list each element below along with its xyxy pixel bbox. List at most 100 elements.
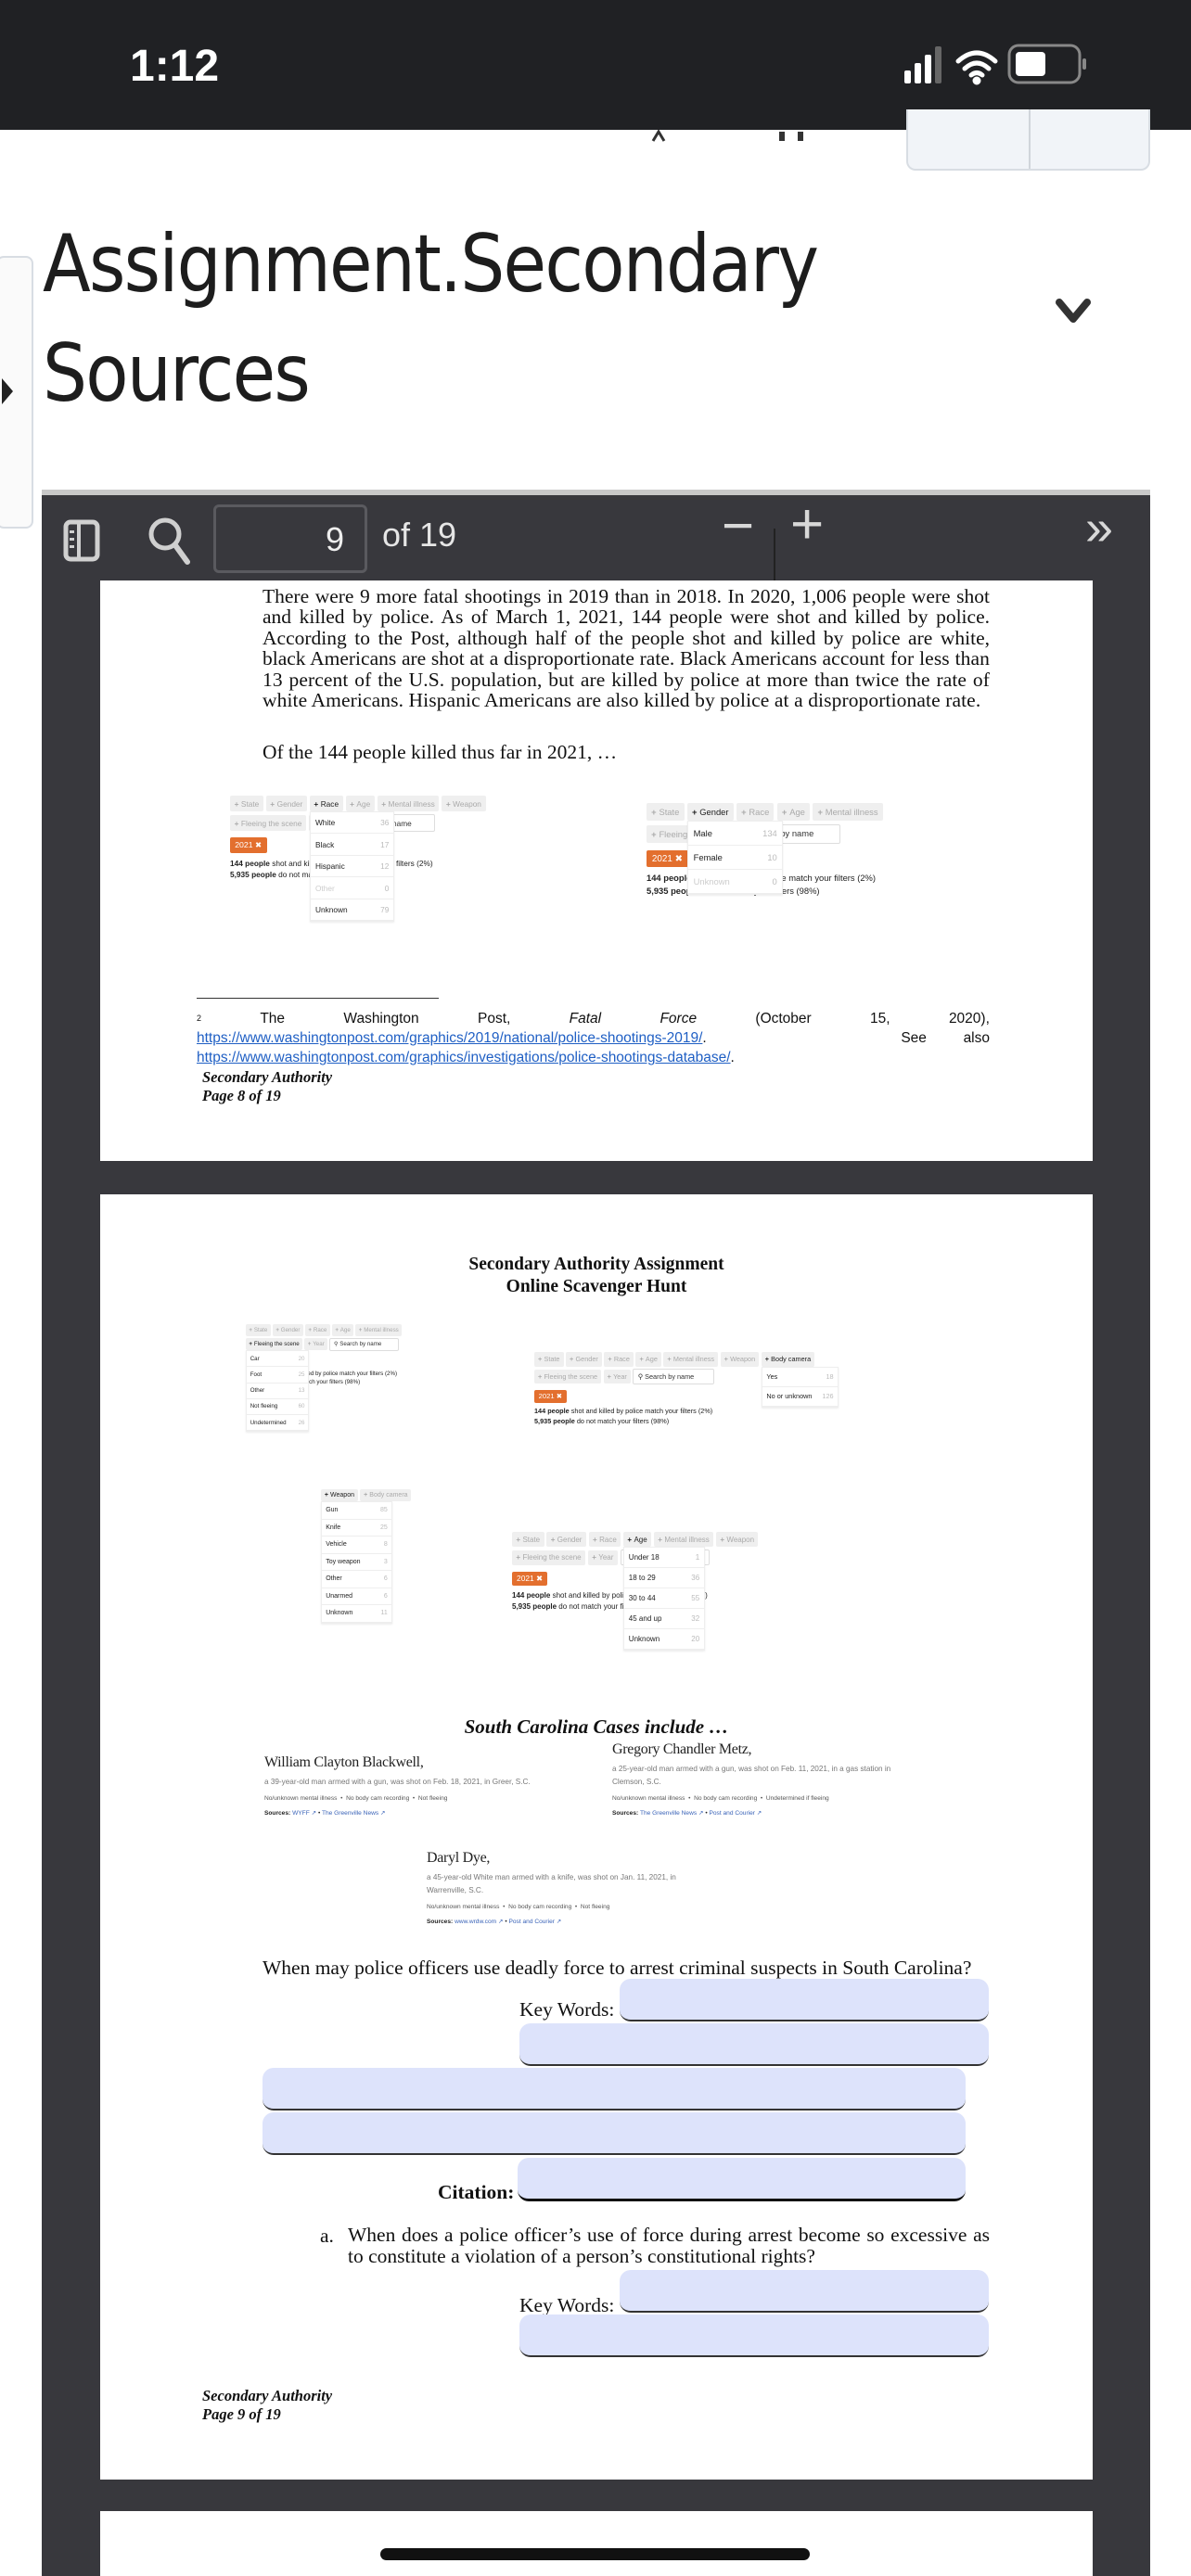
dropdown-option[interactable]: Toy weapon 3 [322, 1554, 391, 1571]
source-link[interactable]: www.wrdw.com ↗ [455, 1919, 503, 1925]
filter-chip[interactable]: + Race [588, 1532, 621, 1548]
dropdown-option[interactable]: Other 6 [322, 1571, 391, 1588]
dropdown-option[interactable]: 30 to 44 55 [624, 1588, 704, 1609]
search-icon[interactable] [147, 516, 193, 567]
filter-chip[interactable]: +Fleeing the scene [534, 1369, 602, 1384]
year-filter-tag[interactable]: 2021 ✖ [230, 837, 267, 854]
paragraph-statistics: There were 9 more fatal shootings in 201… [263, 586, 990, 710]
filter-chip[interactable]: + Mental illness [663, 1352, 719, 1367]
dropdown-option[interactable]: Male 134 [688, 822, 783, 847]
dropdown-option[interactable]: Unknown 20 [624, 1629, 704, 1650]
source-link[interactable]: Post and Courier ↗ [508, 1919, 561, 1925]
filter-chip[interactable]: +Fleeing the scene [230, 814, 306, 832]
year-filter-tag[interactable]: 2021 ✖ [534, 1389, 567, 1403]
filter-chip[interactable]: + Age [345, 796, 375, 812]
filter-chip[interactable]: + State [246, 1324, 271, 1336]
filter-chip[interactable]: + Mental illness [813, 803, 883, 822]
chevron-down-icon[interactable] [1052, 289, 1095, 332]
search-by-name-input[interactable]: ⚲ Search by name [329, 1337, 399, 1351]
filter-chip[interactable]: + Weapon [321, 1489, 358, 1502]
dropdown-option[interactable]: Vehicle 8 [322, 1537, 391, 1554]
filter-chip[interactable]: + Race [305, 1324, 330, 1336]
filter-chip[interactable]: + Weapon [720, 1352, 760, 1367]
filter-chip[interactable]: + Gender [566, 1352, 602, 1367]
dropdown-option[interactable]: Knife 25 [322, 1520, 391, 1537]
filter-chip[interactable]: + Mental illness [355, 1324, 403, 1336]
sidebar-toggle-icon[interactable] [63, 519, 100, 562]
dropdown-option[interactable]: Undetermined 26 [247, 1415, 309, 1432]
filter-chip[interactable]: +Year [304, 1338, 328, 1350]
answer-field-2[interactable] [263, 2068, 966, 2111]
source-link[interactable]: WYFF ↗ [292, 1810, 316, 1817]
filter-chip[interactable]: + Body camera [761, 1352, 815, 1367]
filter-chip[interactable]: +Year [587, 1549, 618, 1565]
year-filter-tag[interactable]: 2021 ✖ [647, 850, 688, 868]
key-words-field-a[interactable] [620, 2270, 989, 2313]
filter-chip[interactable]: + Age [776, 803, 811, 822]
filter-chip[interactable]: + Race [736, 803, 775, 822]
filter-chip[interactable]: + Gender [546, 1532, 586, 1548]
filter-chip[interactable]: + Race [604, 1352, 634, 1367]
filter-chip[interactable]: +Year [603, 1369, 631, 1384]
filter-chip[interactable]: + Age [635, 1352, 661, 1367]
dropdown-option[interactable]: Not fleeing 60 [247, 1399, 309, 1416]
police-shootings-database-link[interactable]: https://www.washingtonpost.com/graphics/… [197, 1050, 731, 1065]
filter-chip[interactable]: + Body camera [360, 1489, 412, 1502]
filter-chip[interactable]: + Gender [272, 1324, 303, 1336]
key-words-field-1[interactable] [620, 1979, 989, 2021]
home-indicator[interactable] [380, 2548, 810, 2560]
search-by-name-input[interactable]: ⚲ Search by name [633, 1369, 714, 1384]
washington-post-2019-link[interactable]: https://www.washingtonpost.com/graphics/… [197, 1030, 702, 1046]
dropdown-option[interactable]: Yes 18 [762, 1368, 838, 1387]
filter-chip[interactable]: + Mental illness [653, 1532, 714, 1548]
year-filter-tag[interactable]: 2021 ✖ [512, 1571, 548, 1587]
filter-chip[interactable]: + Race [309, 796, 343, 812]
dropdown-option[interactable]: No or unknown 126 [762, 1387, 838, 1407]
filter-chip[interactable]: + Weapon [715, 1532, 759, 1548]
source-link[interactable]: The Greenville News ↗ [640, 1810, 704, 1817]
filter-chip[interactable]: + Gender [265, 796, 307, 812]
filter-chip[interactable]: + State [534, 1352, 564, 1367]
dropdown-option[interactable]: Other 0 [311, 877, 394, 899]
filter-chip[interactable]: + Age [622, 1532, 652, 1548]
dropdown-option[interactable]: Unknown 79 [311, 899, 394, 922]
filter-chip[interactable]: + State [512, 1532, 544, 1548]
option-label: 30 to 44 [628, 1594, 656, 1602]
dropdown-option[interactable]: Female 10 [688, 846, 783, 871]
dropdown-option[interactable]: Unknown 0 [688, 870, 783, 895]
filter-chip[interactable]: + Weapon [442, 796, 486, 812]
filter-chip-label: Race [749, 807, 770, 818]
dropdown-option[interactable]: Under 18 1 [624, 1548, 704, 1568]
answer-field-a[interactable] [519, 2315, 989, 2357]
dropdown-option[interactable]: Foot 25 [247, 1367, 309, 1384]
dropdown-option[interactable]: Black 17 [311, 834, 394, 856]
citation-field[interactable] [518, 2158, 966, 2201]
dropdown-option[interactable]: Other 13 [247, 1384, 309, 1399]
page-number-input[interactable]: 9 [213, 504, 367, 573]
filter-chip[interactable]: +Fleeing the scene [246, 1338, 303, 1350]
dropdown-option[interactable]: 45 and up 32 [624, 1609, 704, 1629]
answer-field-3[interactable] [263, 2112, 966, 2155]
more-tools-button[interactable]: » [1085, 499, 1113, 556]
dropdown-option[interactable]: Hispanic 12 [311, 856, 394, 878]
case-description: a 39-year-old man armed with a gun, was … [264, 1778, 531, 1786]
filter-chip[interactable]: + Gender [686, 803, 734, 822]
answer-field-1[interactable] [519, 2023, 989, 2066]
partial-toolbar-buttons[interactable] [906, 109, 1150, 171]
filter-chip[interactable]: + State [230, 796, 263, 812]
dropdown-option[interactable]: Gun 85 [322, 1502, 391, 1520]
zoom-out-button[interactable]: − [722, 493, 754, 557]
dropdown-option[interactable]: Unknown 11 [322, 1605, 391, 1623]
source-link[interactable]: The Greenville News ↗ [322, 1810, 386, 1817]
expand-arrow-icon[interactable] [2, 378, 13, 404]
zoom-in-button[interactable]: + [790, 491, 824, 557]
filter-chip[interactable]: + Age [331, 1324, 354, 1336]
filter-chip[interactable]: + State [647, 803, 685, 822]
source-link[interactable]: Post and Courier ↗ [709, 1810, 762, 1817]
dropdown-option[interactable]: Unarmed 6 [322, 1588, 391, 1605]
dropdown-option[interactable]: White 36 [311, 812, 394, 835]
dropdown-option[interactable]: 18 to 29 36 [624, 1568, 704, 1588]
dropdown-option[interactable]: Car 20 [247, 1351, 309, 1368]
filter-chip[interactable]: +Fleeing the scene [512, 1549, 585, 1565]
filter-chip[interactable]: + Mental illness [377, 796, 440, 812]
